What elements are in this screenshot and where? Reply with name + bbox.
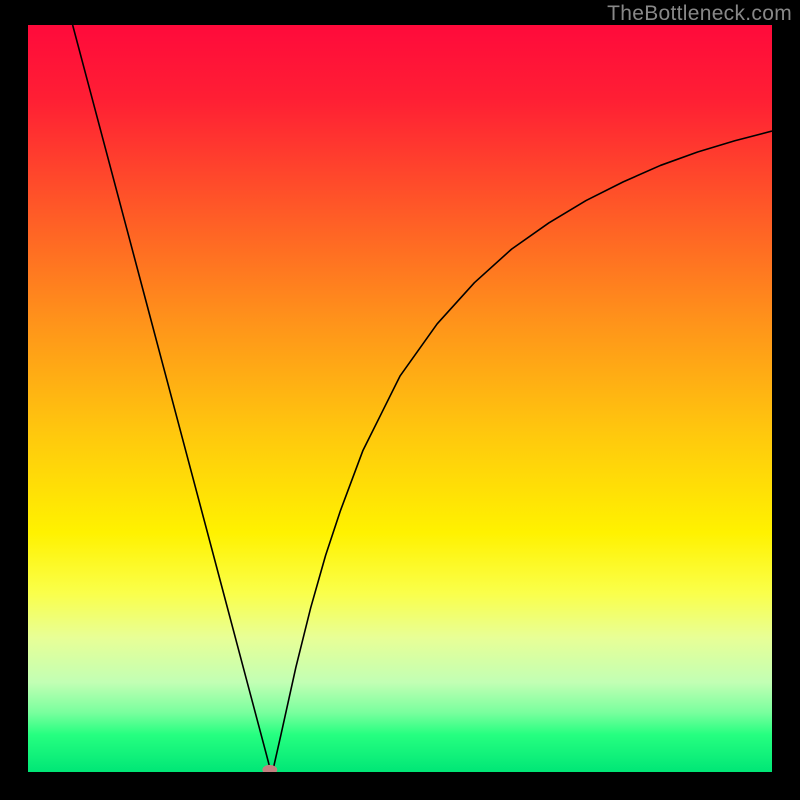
watermark-text: TheBottleneck.com (607, 2, 792, 26)
chart-plot (28, 25, 772, 772)
chart-container: TheBottleneck.com (0, 0, 800, 800)
gradient-background (28, 25, 772, 772)
